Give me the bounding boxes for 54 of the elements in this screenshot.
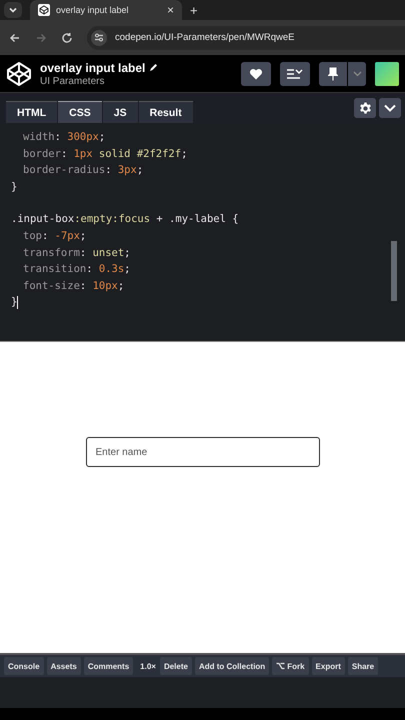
layout-button[interactable] [280,62,310,86]
back-icon[interactable] [9,32,21,44]
reload-icon[interactable] [61,32,73,44]
fork-button[interactable]: Fork [272,657,309,675]
cube-icon [38,4,50,16]
footer-button[interactable]: Console [4,657,44,675]
settings-button[interactable] [354,98,376,118]
pencil-icon[interactable] [149,63,158,72]
fork-icon [276,662,286,670]
footer-button[interactable]: Comments [84,657,134,675]
new-tab-button[interactable]: + [190,2,198,18]
user-avatar[interactable] [375,62,399,86]
settings-icon [358,102,372,114]
footer-button[interactable]: Delete [160,657,192,675]
tab-title: overlay input label [56,5,130,15]
footer-button[interactable]: Assets [46,657,81,675]
editor-tab[interactable]: Result [138,101,193,123]
chevron-down-button[interactable] [379,98,401,118]
pin-dropdown-button[interactable] [348,62,366,86]
url-text: codepen.io/UI-Parameters/pen/MWRqweE [115,32,295,43]
footer-button[interactable]: Share [348,657,378,675]
chevron-down-icon [384,104,396,112]
site-info-icon[interactable] [91,30,107,46]
name-input-field[interactable]: Enter name [86,437,320,467]
heart-icon [249,68,263,80]
code-line: font-size: 10px; [22,278,124,294]
layout-icon [286,68,304,80]
code-line: border: 1px solid #2f2f2f; [22,146,188,162]
code-line: transition: 0.3s; [22,262,130,278]
pen-title: overlay input label [40,60,146,74]
pin-button[interactable] [319,62,347,86]
code-line: width: 300px; [22,130,106,145]
scrollbar[interactable] [391,241,397,301]
address-bar[interactable]: codepen.io/UI-Parameters/pen/MWRqweE [87,26,405,50]
owner-name[interactable]: UI Parameters [40,76,158,86]
cube-logo-icon[interactable] [6,60,32,86]
chevron-down-icon [352,70,362,76]
footer-button[interactable]: Add to Collection [194,657,270,675]
code-line: transform: unset; [22,246,130,261]
heart-button[interactable] [241,62,271,86]
editor-tab[interactable]: HTML [6,101,58,123]
tab-list-button[interactable] [4,2,22,18]
editor-tab[interactable]: JS [102,101,138,123]
footer-button[interactable]: Export [312,657,345,675]
chevron-down-icon [8,5,18,15]
code-line: .input-box:empty:focus + .my-label { [10,212,239,228]
code-line: top: -7px; [22,228,86,244]
browser-tab[interactable]: overlay input label × [30,0,182,20]
code-line: } [10,294,18,311]
code-line: border-radius: 3px; [22,163,144,178]
code-line: } [10,180,18,195]
editor-tab[interactable]: CSS [58,101,102,123]
pin-icon [328,66,338,80]
close-tab-button[interactable]: × [166,3,174,17]
